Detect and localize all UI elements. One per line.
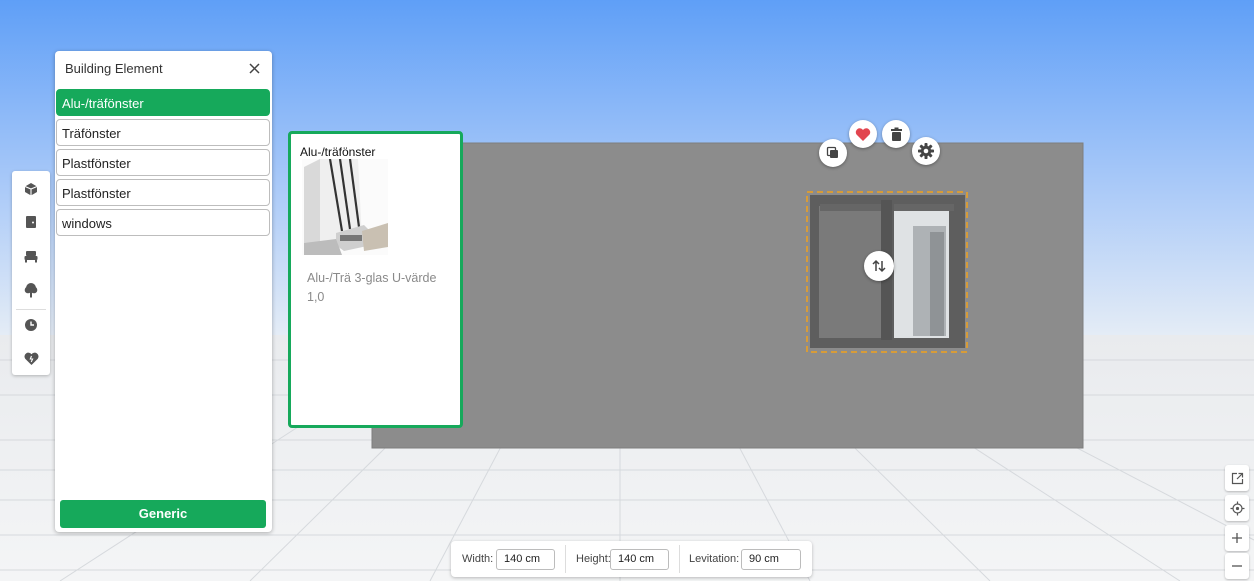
delete-icon <box>890 127 902 141</box>
product-title: Alu-/träfönster <box>300 145 376 159</box>
panel-header: Building Element <box>55 51 272 87</box>
element-item-plastfonster-1[interactable]: Plastfönster <box>56 149 270 176</box>
toolbar-divider <box>16 309 46 310</box>
delete-button[interactable] <box>882 120 910 148</box>
dimension-bar: Width: 140 cm Height: 140 cm Levitation:… <box>451 541 812 577</box>
settings-button[interactable] <box>912 137 940 165</box>
height-label: Height: <box>576 553 611 565</box>
locate-icon <box>1230 501 1244 515</box>
furniture-icon[interactable] <box>19 244 43 268</box>
zoom-out-button[interactable] <box>1225 553 1249 579</box>
zoom-in-button[interactable] <box>1225 525 1249 551</box>
copy-icon <box>826 146 838 158</box>
copy-button[interactable] <box>819 139 847 167</box>
door-icon[interactable] <box>19 210 43 234</box>
close-icon <box>248 62 260 74</box>
element-item-alu-trafonster[interactable]: Alu-/träfönster <box>56 89 270 116</box>
swap-arrows-icon <box>872 259 886 273</box>
building-icon[interactable] <box>19 177 43 201</box>
zoom-in-icon <box>1232 533 1242 543</box>
panel-title: Building Element <box>65 61 163 76</box>
favorite-button[interactable] <box>849 120 877 148</box>
category-toolbar <box>12 171 50 375</box>
favorite-icon <box>855 127 871 141</box>
close-button[interactable] <box>244 58 264 78</box>
element-item-plastfonster-2[interactable]: Plastfönster <box>56 179 270 206</box>
width-label: Width: <box>462 553 494 565</box>
settings-icon <box>918 143 934 159</box>
height-input[interactable]: 140 cm <box>610 549 669 570</box>
zoom-out-icon <box>1232 565 1242 567</box>
open-external-icon <box>1231 472 1243 484</box>
element-item-trafonster[interactable]: Träfönster <box>56 119 270 146</box>
dimension-separator <box>565 545 566 573</box>
tree-icon[interactable] <box>19 278 43 302</box>
locate-button[interactable] <box>1225 495 1249 521</box>
clock-icon[interactable] <box>19 313 43 337</box>
window-profile-image <box>302 159 388 255</box>
building-element-panel: Building Element Alu-/träfönster Träföns… <box>55 51 272 532</box>
open-external-button[interactable] <box>1225 465 1249 491</box>
levitation-label: Levitation: <box>689 553 740 565</box>
generic-button[interactable]: Generic <box>60 500 266 528</box>
width-input[interactable]: 140 cm <box>496 549 555 570</box>
flip-handle-button[interactable] <box>864 251 894 281</box>
element-item-windows[interactable]: windows <box>56 209 270 236</box>
product-card[interactable]: Alu-/träfönster Alu-/Trä 3-glas U-värde … <box>288 131 463 428</box>
dimension-separator <box>679 545 680 573</box>
favorite-heart-icon[interactable] <box>19 347 43 371</box>
levitation-input[interactable]: 90 cm <box>741 549 801 570</box>
wall[interactable] <box>372 143 1083 448</box>
product-description: Alu-/Trä 3-glas U-värde 1,0 <box>307 271 437 304</box>
